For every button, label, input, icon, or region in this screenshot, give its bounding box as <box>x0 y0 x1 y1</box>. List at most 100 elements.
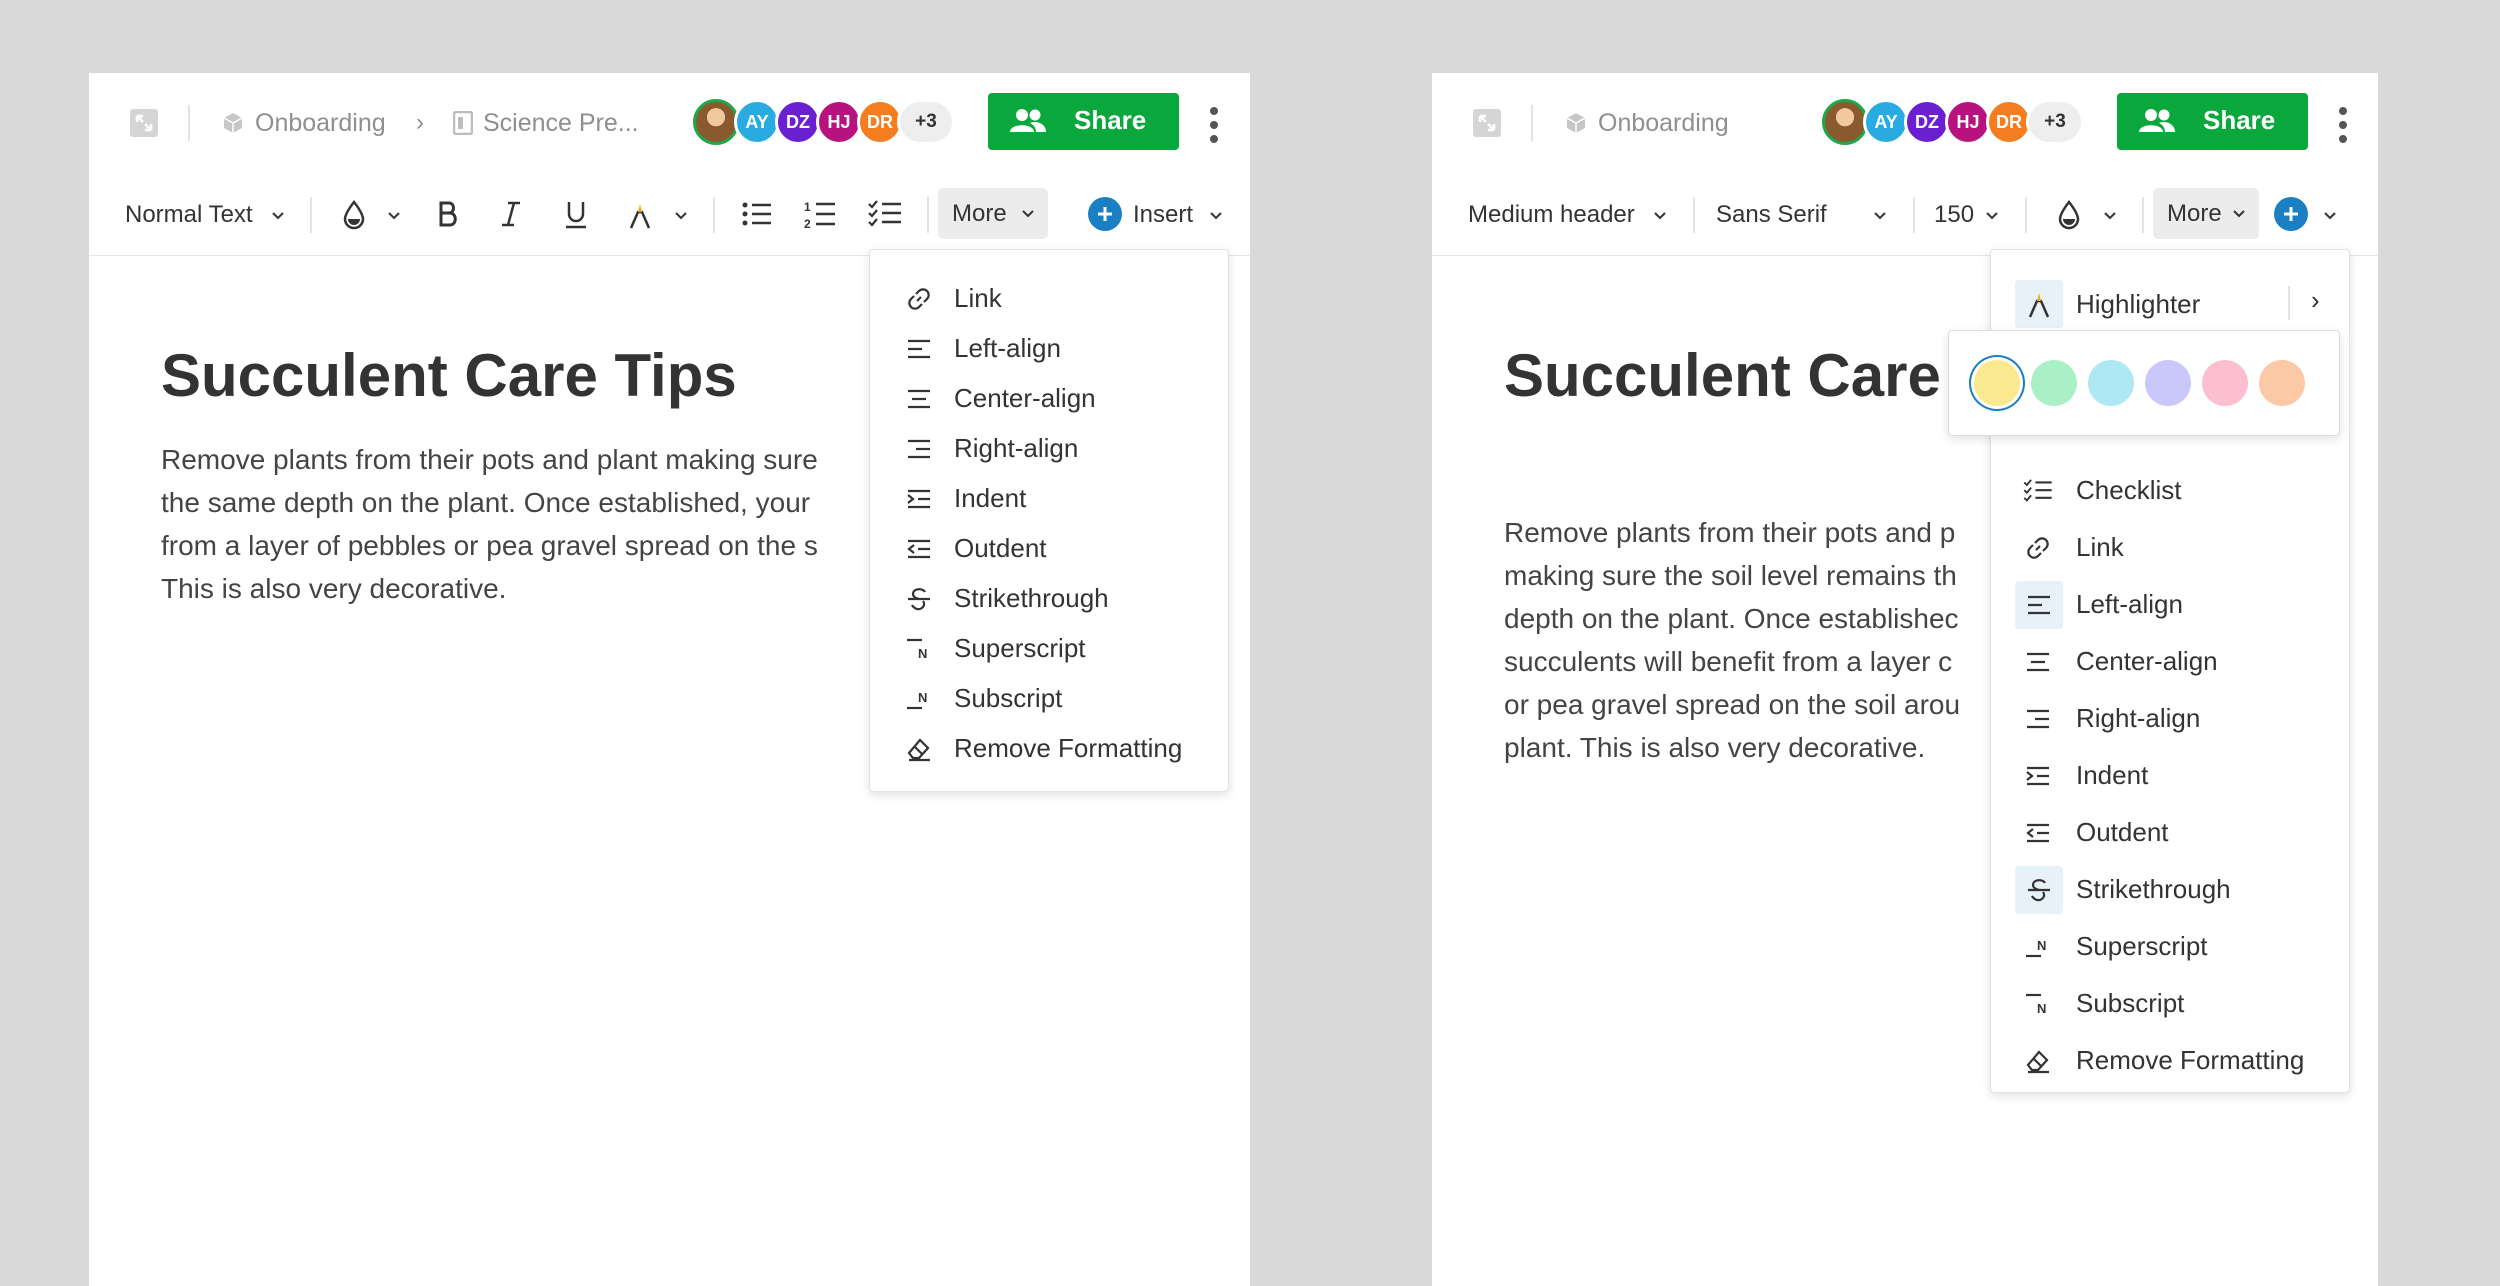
menu-item-strikethrough[interactable]: Strikethrough <box>870 574 1228 624</box>
body-line: from a layer of pebbles or pea gravel sp… <box>161 530 818 561</box>
avatar-overflow-count[interactable]: +3 <box>897 99 955 145</box>
menu-item-center-align[interactable]: Center-align <box>870 374 1228 424</box>
top-bar: Onboarding › Science Pre... AY DZ HJ DR … <box>89 73 1250 173</box>
swatch-lavender[interactable] <box>2145 360 2191 406</box>
breadcrumb-workspace[interactable]: Onboarding <box>255 103 386 143</box>
checklist-icon[interactable] <box>867 199 903 229</box>
expand-icon[interactable] <box>1470 106 1504 140</box>
menu-item-left-align[interactable]: Left-align <box>870 324 1228 374</box>
avatar[interactable] <box>1822 99 1868 145</box>
avatar[interactable]: AY <box>1863 99 1909 145</box>
chevron-down-icon <box>1986 212 1998 220</box>
underline-icon[interactable] <box>561 199 591 231</box>
format-toolbar: Medium header Sans Serif 150 More <box>1432 173 2378 256</box>
align-center-icon <box>2023 647 2053 677</box>
text-style-dropdown[interactable]: Normal Text <box>125 195 253 235</box>
more-dropdown-button[interactable]: More <box>2153 188 2259 239</box>
swatch-yellow[interactable] <box>1974 360 2020 406</box>
menu-item-label: Strikethrough <box>954 583 1109 613</box>
menu-item-label: Subscript <box>954 683 1063 713</box>
align-center-icon <box>904 384 934 414</box>
swatch-cyan[interactable] <box>2088 360 2134 406</box>
menu-item-label: Superscript <box>954 633 1086 663</box>
menu-item-label: Link <box>2076 532 2124 562</box>
workspace-icon <box>1563 110 1589 136</box>
divider <box>1693 197 1695 233</box>
swatch-green[interactable] <box>2031 360 2077 406</box>
divider <box>1913 197 1915 233</box>
breadcrumb-document[interactable]: Science Pre... <box>483 103 639 143</box>
chevron-down-icon <box>1022 210 1034 218</box>
body-line: plant. This is also very decorative. <box>1504 732 1926 763</box>
indent-icon <box>2023 761 2053 791</box>
svg-text:1: 1 <box>804 200 811 214</box>
avatar[interactable]: DZ <box>1904 99 1950 145</box>
menu-item-left-align[interactable]: Left-align <box>1991 577 2349 634</box>
avatar[interactable]: HJ <box>1945 99 1991 145</box>
menu-item-label: Indent <box>954 483 1027 513</box>
share-button[interactable]: Share <box>988 93 1179 150</box>
more-options-icon[interactable] <box>2338 107 2348 143</box>
bold-icon[interactable] <box>433 199 463 229</box>
menu-item-checklist[interactable]: Checklist <box>1991 463 2349 520</box>
text-style-dropdown[interactable]: Medium header <box>1468 195 1635 235</box>
svg-text:N: N <box>2037 938 2046 953</box>
menu-item-link[interactable]: Link <box>870 274 1228 324</box>
avatar[interactable]: DZ <box>775 99 821 145</box>
outdent-icon <box>2023 818 2053 848</box>
highlighter-icon[interactable] <box>625 199 655 231</box>
menu-item-subscript[interactable]: N Subscript <box>870 674 1228 724</box>
swatch-pink[interactable] <box>2202 360 2248 406</box>
menu-item-subscript[interactable]: N Subscript <box>1991 976 2349 1033</box>
document-title[interactable]: Succulent Care Tips <box>161 341 737 410</box>
insert-plus-icon[interactable] <box>1088 197 1122 231</box>
document-icon <box>451 110 475 136</box>
document-body[interactable]: Remove plants from their pots and plant … <box>161 438 818 610</box>
document-title[interactable]: Succulent Care <box>1504 341 1941 410</box>
menu-item-strikethrough[interactable]: Strikethrough <box>1991 862 2349 919</box>
menu-item-right-align[interactable]: Right-align <box>1991 691 2349 748</box>
insert-dropdown[interactable]: Insert <box>1133 195 1193 235</box>
body-line: or pea gravel spread on the soil arou <box>1504 689 1961 720</box>
avatar[interactable] <box>693 99 739 145</box>
more-label: More <box>952 199 1007 227</box>
italic-icon[interactable] <box>496 199 526 229</box>
more-options-icon[interactable] <box>1209 107 1219 143</box>
breadcrumb-workspace[interactable]: Onboarding <box>1598 103 1729 143</box>
menu-item-center-align[interactable]: Center-align <box>1991 634 2349 691</box>
menu-item-remove-formatting[interactable]: Remove Formatting <box>870 724 1228 774</box>
menu-item-label: Left-align <box>954 333 1061 363</box>
font-family-dropdown[interactable]: Sans Serif <box>1716 195 1827 235</box>
insert-plus-icon[interactable] <box>2274 197 2308 231</box>
font-size-dropdown[interactable]: 150 <box>1934 195 1974 235</box>
numbered-list-icon[interactable]: 12 <box>803 197 837 231</box>
menu-item-outdent[interactable]: Outdent <box>1991 805 2349 862</box>
menu-item-link[interactable]: Link <box>1991 520 2349 577</box>
share-button[interactable]: Share <box>2117 93 2308 150</box>
menu-item-right-align[interactable]: Right-align <box>870 424 1228 474</box>
menu-item-outdent[interactable]: Outdent <box>870 524 1228 574</box>
menu-item-superscript[interactable]: N Superscript <box>1991 919 2349 976</box>
avatar-overflow-count[interactable]: +3 <box>2026 99 2084 145</box>
avatar[interactable]: AY <box>734 99 780 145</box>
menu-item-superscript[interactable]: N Superscript <box>870 624 1228 674</box>
swatch-peach[interactable] <box>2259 360 2305 406</box>
menu-item-indent[interactable]: Indent <box>870 474 1228 524</box>
document-body[interactable]: Remove plants from their pots and p maki… <box>1504 511 1960 769</box>
editor-panel-right: Onboarding AY DZ HJ DR +3 Share Medium h… <box>1432 73 2378 1286</box>
menu-item-indent[interactable]: Indent <box>1991 748 2349 805</box>
svg-text:N: N <box>918 646 927 661</box>
submenu-arrow-icon[interactable]: › <box>2311 285 2320 316</box>
more-dropdown-button[interactable]: More <box>938 188 1048 239</box>
menu-item-remove-formatting[interactable]: Remove Formatting <box>1991 1033 2349 1090</box>
text-color-icon[interactable] <box>339 200 369 230</box>
avatar[interactable]: HJ <box>816 99 862 145</box>
body-line: depth on the plant. Once establishec <box>1504 603 1959 634</box>
bullet-list-icon[interactable] <box>741 199 773 229</box>
body-line: the same depth on the plant. Once establ… <box>161 487 811 518</box>
menu-item-label: Indent <box>2076 760 2149 790</box>
chevron-down-icon <box>1874 212 1886 220</box>
text-color-icon[interactable] <box>2054 200 2084 230</box>
menu-item-highlighter[interactable]: Highlighter › <box>1991 274 2349 334</box>
expand-icon[interactable] <box>127 106 161 140</box>
